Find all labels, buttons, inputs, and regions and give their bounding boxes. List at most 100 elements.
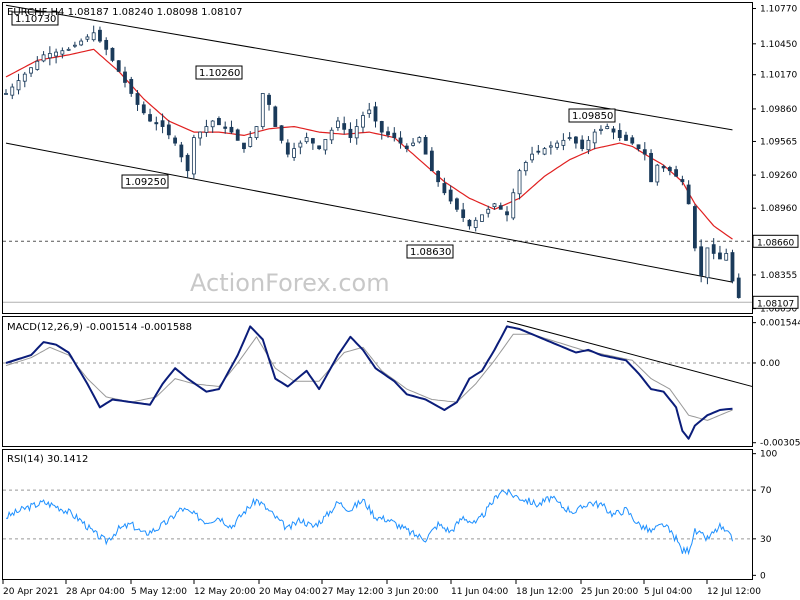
candle-body xyxy=(417,137,422,143)
rsi-tick-label: 30 xyxy=(760,535,772,545)
time-tick-label: 5 May 12:00 xyxy=(131,587,187,597)
rsi-tick-label: 0 xyxy=(760,571,766,581)
candle-body xyxy=(498,205,503,210)
candle-body xyxy=(555,142,560,148)
candle-body xyxy=(642,149,647,155)
candle-body xyxy=(367,109,372,115)
time-tick-label: 11 Jun 04:00 xyxy=(451,587,508,597)
candle-body xyxy=(298,142,303,148)
candle-body xyxy=(354,126,359,139)
candle-body xyxy=(336,120,340,128)
candle-body xyxy=(686,184,691,205)
price-tick-label: 1.10770 xyxy=(760,5,797,15)
candle-body xyxy=(548,145,553,148)
candle xyxy=(511,188,516,221)
candle-body xyxy=(29,67,33,74)
candle-body xyxy=(730,252,735,282)
time-tick-label: 12 Jul 12:00 xyxy=(707,587,761,597)
candle xyxy=(260,92,265,130)
candle-body xyxy=(16,80,21,91)
candle-body xyxy=(611,128,616,133)
macd-title: MACD(12,26,9) -0.001514 -0.001588 xyxy=(7,322,192,333)
candle-body xyxy=(279,125,284,141)
candle-body xyxy=(567,137,572,139)
candle-body xyxy=(223,126,228,129)
candle-body xyxy=(492,203,497,208)
candle-body xyxy=(66,48,71,51)
price-tick-label: 1.09565 xyxy=(760,137,797,147)
candle-body xyxy=(260,93,265,128)
candle-body xyxy=(4,93,8,95)
macd-tick-label: -0.003054 xyxy=(760,439,800,449)
rsi-tick-label: 70 xyxy=(760,486,772,496)
time-tick-label: 18 Jun 12:00 xyxy=(516,587,573,597)
candle-body xyxy=(242,142,246,150)
candle-body xyxy=(574,136,578,144)
candle-body xyxy=(22,73,27,82)
candle-body xyxy=(617,129,622,138)
candle-body xyxy=(661,166,666,169)
candle-body xyxy=(148,114,152,122)
candle-body xyxy=(135,93,140,105)
candle-body xyxy=(348,128,353,138)
candle-body xyxy=(98,29,102,42)
candle-body xyxy=(166,124,171,136)
candle-body xyxy=(129,79,134,94)
candle-body xyxy=(267,94,271,105)
price-annotation: 1.09250 xyxy=(121,174,169,189)
candle-body xyxy=(705,247,710,279)
candle-body xyxy=(404,145,409,150)
candle-body xyxy=(436,171,441,183)
candle xyxy=(649,149,653,183)
candle xyxy=(730,249,735,284)
candle xyxy=(254,126,259,140)
forex-chart: ActionForex.com 1.107301.102601.092501.0… xyxy=(0,0,800,600)
candle xyxy=(429,147,434,172)
time-tick-label: 20 Apr 2021 xyxy=(3,587,59,597)
candle-body xyxy=(699,246,704,276)
candle xyxy=(235,128,240,141)
candle-body xyxy=(310,138,315,144)
annotation-text: 1.09250 xyxy=(125,177,166,188)
candle-body xyxy=(91,32,96,41)
candle-body xyxy=(10,86,15,96)
candle-body xyxy=(386,131,390,136)
candle xyxy=(191,134,196,179)
candle xyxy=(423,134,428,155)
candle-body xyxy=(173,137,177,144)
price-tick-label: 1.10450 xyxy=(760,40,797,50)
price-tick-label: 1.09860 xyxy=(760,105,797,115)
price-tick-label: 1.08355 xyxy=(760,271,797,281)
candle-body xyxy=(398,137,403,144)
candle-body xyxy=(41,54,46,62)
candle-body xyxy=(530,153,534,161)
candle-body xyxy=(323,139,328,151)
candle-body xyxy=(85,36,90,40)
annotation-text: 1.08630 xyxy=(410,247,451,258)
candle-body xyxy=(123,71,127,83)
candle-body xyxy=(317,145,322,150)
macd-tick-label: 0.001544 xyxy=(760,319,800,329)
time-tick-label: 27 May 12:00 xyxy=(322,587,384,597)
candle-body xyxy=(179,144,184,158)
candle-body xyxy=(72,44,77,47)
candle-body xyxy=(517,170,522,195)
candle-body xyxy=(229,126,234,133)
price-annotation: 1.08630 xyxy=(406,244,454,259)
candle-body xyxy=(429,150,434,172)
candle-body xyxy=(561,139,566,146)
candle-body xyxy=(392,132,397,138)
candle-body xyxy=(35,60,40,70)
candle-body xyxy=(198,131,203,139)
candle-body xyxy=(235,129,240,141)
candle-body xyxy=(254,126,259,139)
rsi-tick-label: 100 xyxy=(760,450,777,460)
candle-body xyxy=(373,106,378,122)
candle-body xyxy=(342,123,347,130)
candle-body xyxy=(636,144,641,150)
candle-body xyxy=(605,126,610,129)
candle-body xyxy=(304,137,309,143)
candle-body xyxy=(724,253,729,261)
rsi-title: RSI(14) 30.1412 xyxy=(7,454,88,465)
time-tick-label: 3 Jun 20:00 xyxy=(387,587,439,597)
